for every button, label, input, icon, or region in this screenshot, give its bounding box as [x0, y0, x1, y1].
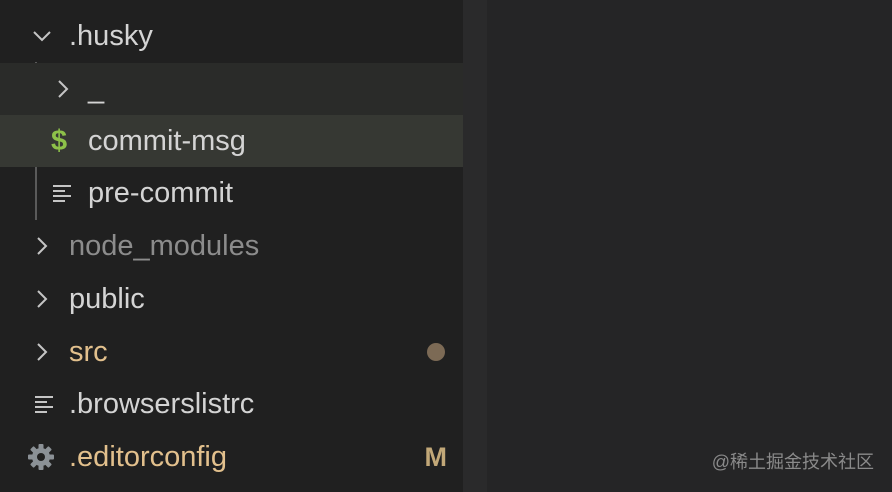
tree-item-commit-msg[interactable]: $ commit-msg — [0, 115, 487, 167]
tree-item-node-modules[interactable]: node_modules — [0, 220, 463, 272]
tree-item-underscore[interactable]: _ — [0, 63, 463, 115]
tree-item-label: public — [69, 282, 145, 315]
text-file-icon — [51, 181, 75, 205]
chevron-right-icon[interactable] — [31, 288, 53, 310]
tree-item-src[interactable]: src — [0, 326, 463, 378]
shell-script-icon: $ — [51, 124, 68, 157]
tree-item-label: .editorconfig — [69, 440, 227, 473]
tree-item-label: commit-msg — [88, 124, 246, 157]
chevron-down-icon[interactable] — [31, 25, 53, 47]
tree-item-label: node_modules — [69, 229, 260, 262]
tree-item-label: .husky — [69, 19, 153, 52]
watermark-text: @稀土掘金技术社区 — [711, 452, 874, 472]
git-modified-badge: M — [424, 441, 448, 472]
tree-item-public[interactable]: public — [0, 273, 463, 325]
chevron-right-icon[interactable] — [31, 341, 53, 363]
tree-item-browserslistrc[interactable]: .browserslistrc — [0, 378, 463, 430]
explorer-sidebar: .husky _ $ commit-msg pre-commit node_mo… — [0, 0, 487, 492]
text-file-icon — [33, 392, 57, 416]
tree-item-label: pre-commit — [88, 176, 234, 209]
chevron-right-icon[interactable] — [52, 78, 74, 100]
tree-item-label: .browserslistrc — [69, 387, 255, 420]
tree-item-editorconfig[interactable]: .editorconfig M — [0, 431, 463, 483]
tree-item-label: src — [69, 335, 108, 368]
tree-item-pre-commit[interactable]: pre-commit — [0, 167, 463, 219]
modified-dot-icon — [427, 343, 445, 361]
editor-area[interactable] — [487, 0, 892, 492]
tree-item-husky[interactable]: .husky — [0, 10, 463, 62]
sidebar-scrollbar[interactable] — [463, 0, 487, 492]
chevron-right-icon[interactable] — [31, 235, 53, 257]
gear-icon — [27, 443, 55, 471]
tree-item-label: _ — [88, 72, 105, 105]
